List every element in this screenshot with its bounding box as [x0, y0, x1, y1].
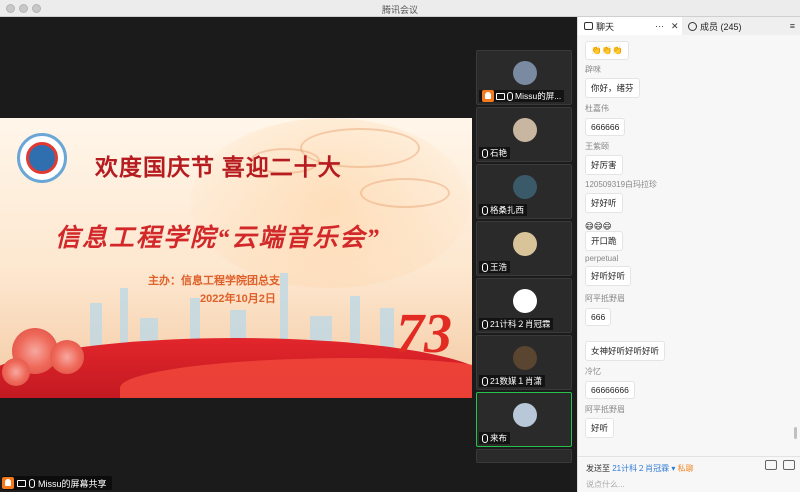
microphone-icon — [482, 319, 488, 329]
microphone-icon — [482, 433, 488, 443]
slide-subtitle: 信息工程学院“云端音乐会” — [55, 225, 382, 252]
chat-message: 杜嘉伟 666666 — [585, 103, 626, 136]
slide-title: 欢度国庆节 喜迎二十大 — [95, 155, 342, 180]
chat-sender: 杜嘉伟 — [585, 104, 609, 113]
chat-sender: perpetual — [585, 254, 619, 263]
chat-message: perpetual 好听好听 — [585, 254, 632, 286]
chat-bubble: 开口跪 — [585, 231, 623, 251]
chat-bubble: 好听好听 — [585, 266, 632, 286]
slide-date: 2022年10月2日 — [200, 293, 276, 305]
window-title: 腾讯会议 — [381, 5, 418, 15]
participant-tile[interactable]: 21数媒１肖潇 — [476, 335, 572, 390]
chat-message: 冷忆 66666666 — [585, 366, 635, 399]
participant-tile[interactable]: Missu的屏... — [476, 50, 572, 105]
school-logo — [17, 133, 67, 183]
avatar — [513, 403, 537, 427]
chat-message: 👏👏👏 — [585, 40, 629, 60]
participant-list: Missu的屏... 石艳 格桑扎西 王浩 21计科２肖冠霖 21数媒１肖潇 来… — [476, 50, 574, 492]
participant-name: Missu的屏... — [515, 91, 562, 101]
avatar — [513, 232, 537, 256]
avatar — [513, 289, 537, 313]
shared-slide: 欢度国庆节 喜迎二十大 信息工程学院“云端音乐会” 主办：信息工程学院团总支 2… — [0, 118, 472, 398]
folder-icon[interactable] — [765, 460, 777, 470]
chat-sender: 120509319白玛拉珍 — [585, 180, 658, 189]
chat-message: 开口跪 — [585, 231, 623, 251]
recipient-select[interactable]: 21计科２肖冠霖 — [612, 464, 669, 473]
chat-bubble: 👏👏👏 — [585, 41, 629, 60]
microphone-icon — [482, 148, 488, 158]
chat-bubble: 666 — [585, 308, 612, 326]
participant-name: 21数媒１肖潇 — [490, 376, 542, 386]
private-chat-label: 私聊 — [677, 464, 694, 473]
participant-tile[interactable]: 王浩 — [476, 221, 572, 276]
avatar — [513, 346, 537, 370]
chat-bubble: 666666 — [585, 118, 626, 136]
chat-bubble: 好听 — [585, 418, 615, 438]
chat-sender: 王紫颐 — [585, 142, 609, 151]
avatar — [513, 118, 537, 142]
chat-icon — [584, 22, 593, 30]
meeting-window: 腾讯会议 欢度国庆节 喜迎二十大 信息工程学院“云端音乐会” 主办：信息工程学院… — [0, 0, 800, 492]
anniversary-badge: 73 — [396, 303, 452, 365]
microphone-icon — [29, 478, 35, 488]
participant-name: 石艳 — [490, 148, 508, 158]
chat-bubble: 66666666 — [585, 381, 635, 399]
slide-host: 主办：信息工程学院团总支 — [148, 275, 280, 287]
panel-tabs: 聊天 ··· ✕ 成员 (245) ≡ — [578, 17, 800, 35]
tab-chat[interactable]: 聊天 ··· ✕ — [578, 17, 682, 35]
chat-sender: 阿平抵野眉 — [585, 294, 625, 303]
chat-input[interactable]: 说点什么... — [586, 479, 625, 490]
chat-message: 120509319白玛拉珍 好好听 — [585, 179, 657, 213]
microphone-icon — [507, 91, 513, 101]
participant-name: 21计科２肖冠霖 — [490, 319, 551, 329]
save-chat-icon[interactable] — [783, 460, 795, 470]
participant-name: 王浩 — [490, 262, 508, 272]
chat-message: 辟咪 你好，绪芬 — [585, 64, 640, 98]
chat-sender: 辟咪 — [585, 65, 601, 74]
host-icon — [482, 90, 494, 102]
chat-composer: 发送至 21计科２肖冠霖 ▾ 私聊 说点什么... — [578, 456, 800, 492]
shared-screen-stage[interactable]: 欢度国庆节 喜迎二十大 信息工程学院“云端音乐会” 主办：信息工程学院团总支 2… — [0, 17, 474, 492]
participant-name: 格桑扎西 — [490, 205, 525, 215]
microphone-icon — [482, 205, 488, 215]
avatar — [513, 61, 537, 85]
chat-message: 阿平抵野眉 666 — [585, 293, 625, 326]
screen-share-icon — [17, 479, 26, 487]
members-icon — [688, 21, 697, 31]
chat-bubble: 好厉害 — [585, 155, 623, 175]
avatar — [513, 175, 537, 199]
chat-sender: 阿平抵野眉 — [585, 405, 625, 414]
side-panel: 聊天 ··· ✕ 成员 (245) ≡ 👏👏👏 辟咪 你好，绪芬 杜嘉伟 666… — [577, 17, 800, 492]
participant-name: 来布 — [490, 433, 508, 443]
screen-share-label: Missu的屏幕共享 — [2, 476, 112, 490]
menu-icon[interactable]: ≡ — [790, 21, 795, 31]
microphone-icon — [482, 376, 488, 386]
participant-tile[interactable]: 21计科２肖冠霖 — [476, 278, 572, 333]
title-bar: 腾讯会议 — [0, 0, 800, 17]
close-icon[interactable]: ✕ — [671, 21, 679, 32]
chat-bubble: 女神好听好听好听 — [585, 341, 666, 361]
chat-message: 王紫颐 好厉害 — [585, 141, 623, 175]
chat-sender: 冷忆 — [585, 367, 601, 376]
chat-message: 女神好听好听好听 — [585, 341, 666, 361]
participant-tile[interactable]: 石艳 — [476, 107, 572, 162]
more-options-button[interactable]: ··· — [655, 21, 664, 31]
chat-history[interactable]: 👏👏👏 辟咪 你好，绪芬 杜嘉伟 666666 王紫颐 好厉害 12050931… — [578, 36, 800, 456]
chat-scrollbar[interactable] — [794, 37, 798, 439]
chat-message: 阿平抵野眉 好听 — [585, 404, 625, 438]
participant-tile-speaking[interactable]: 来布 — [476, 392, 572, 447]
chat-bubble: 好好听 — [585, 193, 623, 213]
chevron-down-icon: ▾ — [671, 464, 676, 473]
host-icon — [2, 477, 14, 489]
microphone-icon — [482, 262, 488, 272]
participant-tile[interactable]: 格桑扎西 — [476, 164, 572, 219]
participant-tile[interactable] — [476, 449, 572, 463]
tab-members[interactable]: 成员 (245) ≡ — [682, 17, 800, 35]
chat-bubble: 你好，绪芬 — [585, 78, 640, 98]
send-to-label: 发送至 — [586, 464, 610, 473]
screen-share-icon — [496, 92, 505, 100]
